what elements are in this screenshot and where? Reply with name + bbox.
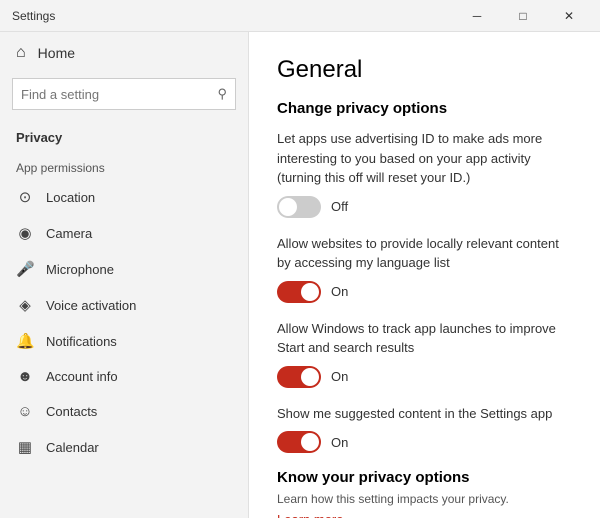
microphone-icon: 🎤 <box>16 260 34 278</box>
window-controls: ─ □ ✕ <box>454 0 592 32</box>
option-ad-id-row: Off <box>277 196 572 218</box>
voice-icon: ◈ <box>16 296 34 314</box>
search-input[interactable] <box>21 87 217 102</box>
location-icon: ⊙ <box>16 188 34 206</box>
toggle-suggested[interactable] <box>277 431 321 453</box>
maximize-button[interactable]: □ <box>500 0 546 32</box>
search-box[interactable]: ⚲ <box>12 78 236 110</box>
app-body: ⌂ Home ⚲ Privacy App permissions ⊙ Locat… <box>0 32 600 518</box>
close-button[interactable]: ✕ <box>546 0 592 32</box>
sidebar-item-microphone[interactable]: 🎤 Microphone <box>0 251 248 287</box>
option-language-row: On <box>277 281 572 303</box>
change-privacy-heading: Change privacy options <box>277 100 572 117</box>
home-icon: ⌂ <box>16 44 26 62</box>
toggle-suggested-label: On <box>331 435 348 450</box>
sidebar: ⌂ Home ⚲ Privacy App permissions ⊙ Locat… <box>0 32 248 518</box>
toggle-ad-id[interactable] <box>277 196 321 218</box>
option-suggested-row: On <box>277 431 572 453</box>
account-icon: ☻ <box>16 368 34 385</box>
notifications-icon: 🔔 <box>16 332 34 350</box>
calendar-icon: ▦ <box>16 438 34 456</box>
know-privacy-section: Know your privacy options Learn how this… <box>277 469 572 518</box>
sidebar-item-notifications[interactable]: 🔔 Notifications <box>0 323 248 359</box>
sidebar-item-contacts[interactable]: ☺ Contacts <box>0 394 248 429</box>
toggle-language[interactable] <box>277 281 321 303</box>
sidebar-item-calendar[interactable]: ▦ Calendar <box>0 429 248 465</box>
sidebar-item-voice-activation[interactable]: ◈ Voice activation <box>0 287 248 323</box>
title-bar: Settings ─ □ ✕ <box>0 0 600 32</box>
main-content: General Change privacy options Let apps … <box>249 32 600 518</box>
toggle-track-label: On <box>331 369 348 384</box>
toggle-ad-id-label: Off <box>331 199 348 214</box>
know-privacy-heading: Know your privacy options <box>277 469 572 486</box>
sidebar-item-location[interactable]: ⊙ Location <box>0 179 248 215</box>
search-icon: ⚲ <box>217 86 227 102</box>
page-title: General <box>277 56 572 84</box>
home-label: Home <box>38 45 75 61</box>
option-track-row: On <box>277 366 572 388</box>
know-privacy-desc: Learn how this setting impacts your priv… <box>277 492 572 506</box>
toggle-language-label: On <box>331 284 348 299</box>
privacy-section-label: Privacy <box>0 122 248 149</box>
learn-more-link[interactable]: Learn more <box>277 512 572 518</box>
contacts-icon: ☺ <box>16 403 34 420</box>
toggle-track[interactable] <box>277 366 321 388</box>
app-permissions-label: App permissions <box>0 149 248 179</box>
camera-icon: ◉ <box>16 224 34 242</box>
option-ad-id-text: Let apps use advertising ID to make ads … <box>277 129 572 188</box>
option-language-text: Allow websites to provide locally releva… <box>277 234 572 273</box>
sidebar-item-camera[interactable]: ◉ Camera <box>0 215 248 251</box>
sidebar-item-account-info[interactable]: ☻ Account info <box>0 359 248 394</box>
app-title: Settings <box>12 9 55 23</box>
option-suggested-text: Show me suggested content in the Setting… <box>277 404 572 424</box>
option-track-text: Allow Windows to track app launches to i… <box>277 319 572 358</box>
sidebar-item-home[interactable]: ⌂ Home <box>0 32 248 74</box>
minimize-button[interactable]: ─ <box>454 0 500 32</box>
